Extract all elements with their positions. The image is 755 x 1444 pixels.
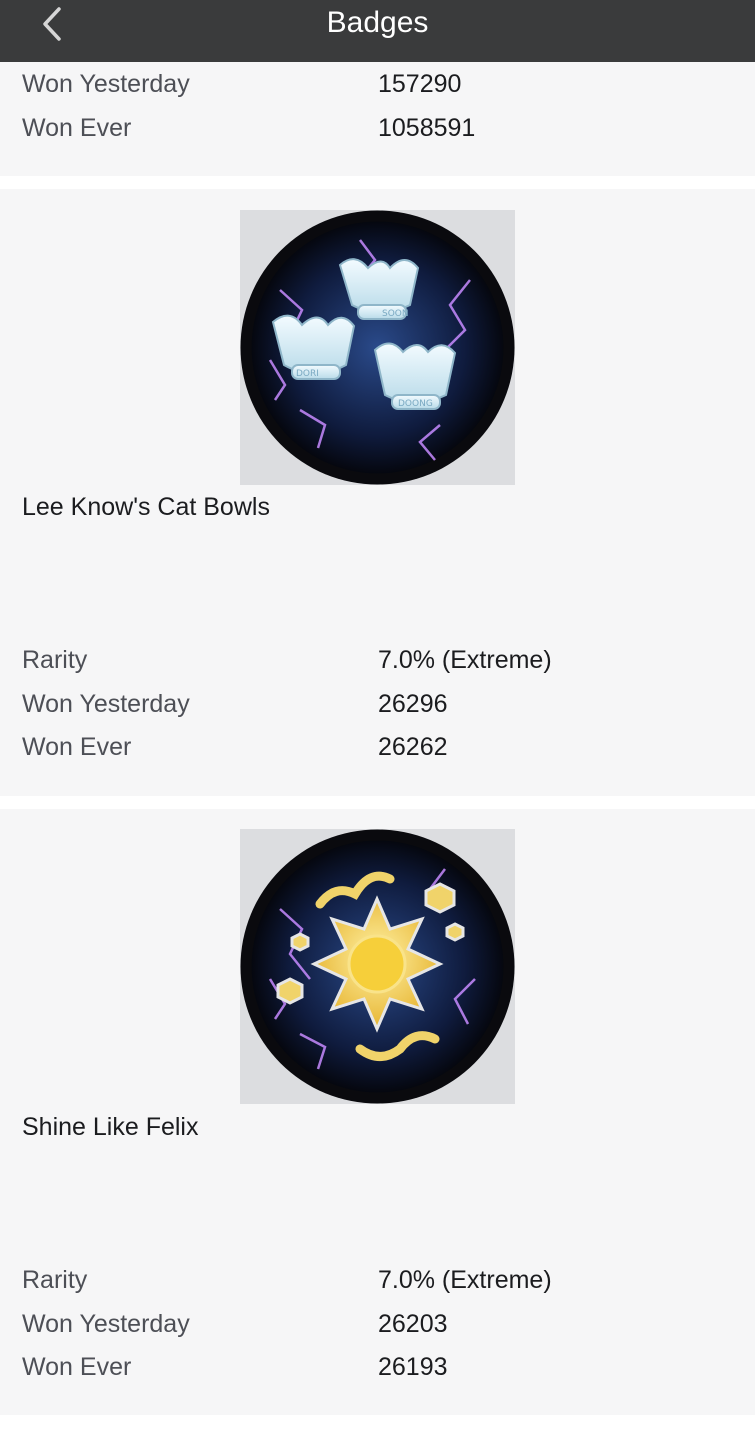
stat-row-won-ever: Won Ever 26193 (22, 1347, 755, 1387)
stat-label: Won Ever (22, 114, 132, 142)
stat-row-rarity: Rarity 7.0% (Extreme) (22, 640, 755, 680)
stat-row-won-yesterday: Won Yesterday 26296 (22, 684, 755, 724)
cat-bowls-badge-icon: SOON DORI DOONG (240, 210, 515, 485)
stat-row-won-yesterday: Won Yesterday 157290 (22, 64, 755, 104)
bowl-label-dori: DORI (296, 369, 319, 379)
stat-label: Rarity (22, 646, 88, 674)
stat-row-won-yesterday: Won Yesterday 26203 (22, 1304, 755, 1344)
page-title: Badges (326, 6, 429, 39)
stat-value: 1058591 (378, 114, 476, 142)
badge-card: Shine Like Felix Rarity 7.0% (Extreme) W… (0, 809, 755, 1415)
badge-card: Won Yesterday 157290 Won Ever 1058591 (0, 62, 755, 176)
stat-row-won-ever: Won Ever 1058591 (22, 108, 755, 148)
stat-label: Won Yesterday (22, 1310, 190, 1338)
stat-label: Rarity (22, 1266, 88, 1294)
stat-label: Won Ever (22, 1353, 132, 1381)
stat-label: Won Ever (22, 733, 132, 761)
stat-value: 26193 (378, 1353, 448, 1381)
sun-badge-icon (240, 829, 515, 1104)
stat-label: Won Yesterday (22, 690, 190, 718)
stat-row-rarity: Rarity 7.0% (Extreme) (22, 1260, 755, 1300)
stat-value: 157290 (378, 70, 462, 98)
badge-image: SOON DORI DOONG (240, 210, 515, 485)
badge-name: Lee Know's Cat Bowls (22, 493, 270, 521)
bowl-label-soon: SOON (382, 309, 409, 319)
badge-name: Shine Like Felix (22, 1113, 199, 1141)
bowl-label-doong: DOONG (398, 399, 433, 409)
badge-image (240, 829, 515, 1104)
stat-value: 26296 (378, 690, 448, 718)
stat-label: Won Yesterday (22, 70, 190, 98)
stat-value: 7.0% (Extreme) (378, 1266, 552, 1294)
stat-row-won-ever: Won Ever 26262 (22, 727, 755, 767)
top-bar: Badges (0, 0, 755, 62)
badge-card: SOON DORI DOONG Lee Know's Cat Bowls Rar… (0, 189, 755, 796)
stat-value: 7.0% (Extreme) (378, 646, 552, 674)
stat-value: 26203 (378, 1310, 448, 1338)
stat-value: 26262 (378, 733, 448, 761)
